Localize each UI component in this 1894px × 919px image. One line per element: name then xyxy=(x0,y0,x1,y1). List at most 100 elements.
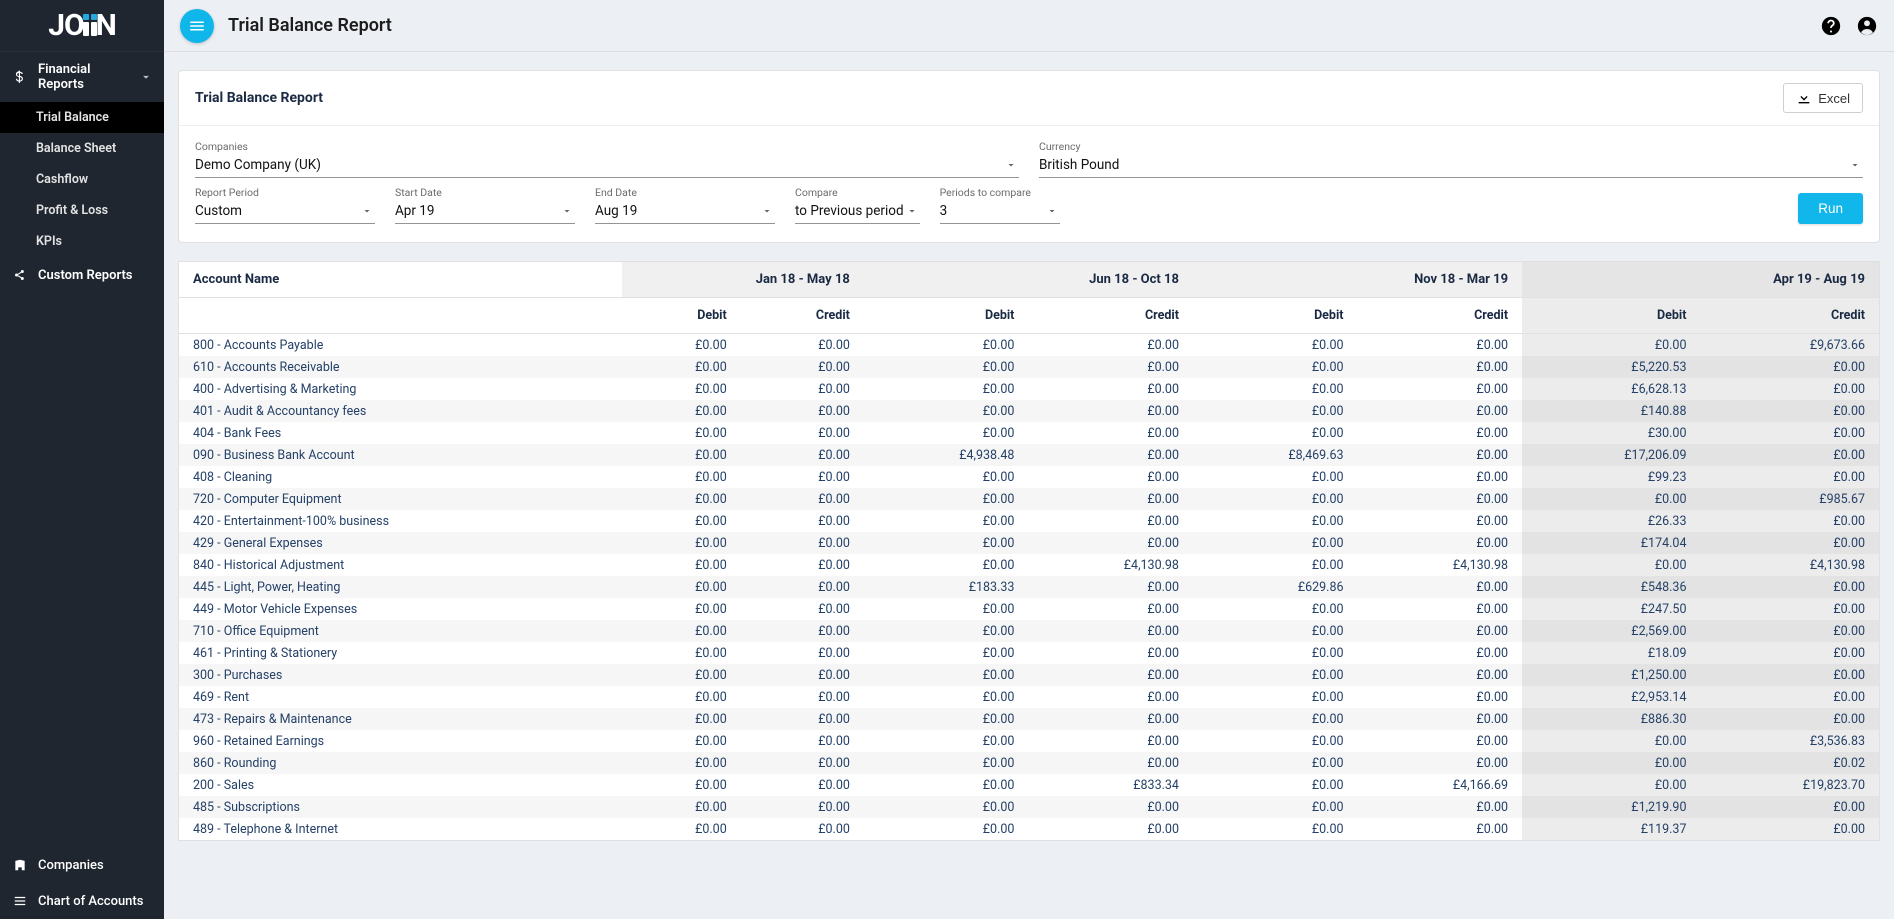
logo[interactable]: JO N xyxy=(0,0,164,52)
cell-debit: £0.00 xyxy=(622,554,741,576)
run-button[interactable]: Run xyxy=(1798,193,1863,224)
cell-debit: £0.00 xyxy=(622,532,741,554)
help-button[interactable] xyxy=(1820,15,1842,37)
cell-debit: £0.00 xyxy=(622,620,741,642)
menu-button[interactable] xyxy=(180,9,214,43)
cell-credit: £0.00 xyxy=(1700,818,1879,840)
cell-debit: £0.00 xyxy=(1522,334,1700,357)
cell-account: 860 - Rounding xyxy=(179,752,622,774)
cell-credit: £0.00 xyxy=(1358,598,1523,620)
cell-credit: £0.00 xyxy=(741,444,864,466)
cell-credit: £0.00 xyxy=(1028,708,1193,730)
table-row[interactable]: 720 - Computer Equipment£0.00£0.00£0.00£… xyxy=(179,488,1879,510)
cell-account: 401 - Audit & Accountancy fees xyxy=(179,400,622,422)
cell-debit: £174.04 xyxy=(1522,532,1700,554)
cell-debit: £0.00 xyxy=(622,466,741,488)
cell-credit: £0.00 xyxy=(741,642,864,664)
table-row[interactable]: 420 - Entertainment-100% business£0.00£0… xyxy=(179,510,1879,532)
table-row[interactable]: 400 - Advertising & Marketing£0.00£0.00£… xyxy=(179,378,1879,400)
th-credit: Credit xyxy=(1358,298,1523,334)
nav-group-financial-reports: Financial Reports Trial BalanceBalance S… xyxy=(0,52,164,257)
sidebar-item-trial-balance[interactable]: Trial Balance xyxy=(0,102,164,133)
table-row[interactable]: 300 - Purchases£0.00£0.00£0.00£0.00£0.00… xyxy=(179,664,1879,686)
export-excel-button[interactable]: Excel xyxy=(1783,83,1863,113)
table-row[interactable]: 710 - Office Equipment£0.00£0.00£0.00£0.… xyxy=(179,620,1879,642)
list-icon xyxy=(12,893,28,909)
account-button[interactable] xyxy=(1856,15,1878,37)
field-value: to Previous period xyxy=(795,203,904,219)
cell-debit: £2,953.14 xyxy=(1522,686,1700,708)
cell-debit: £0.00 xyxy=(1522,488,1700,510)
periods-to-compare-field[interactable]: Periods to compare 3 xyxy=(940,186,1060,224)
sidebar-item-profit-loss[interactable]: Profit & Loss xyxy=(0,195,164,226)
cell-debit: £548.36 xyxy=(1522,576,1700,598)
cell-credit: £4,130.98 xyxy=(1358,554,1523,576)
cell-account: 960 - Retained Earnings xyxy=(179,730,622,752)
cell-debit: £0.00 xyxy=(864,664,1029,686)
table-row[interactable]: 404 - Bank Fees£0.00£0.00£0.00£0.00£0.00… xyxy=(179,422,1879,444)
table-row[interactable]: 800 - Accounts Payable£0.00£0.00£0.00£0.… xyxy=(179,334,1879,357)
sidebar-item-kpis[interactable]: KPIs xyxy=(0,226,164,257)
nav-heading-custom-reports[interactable]: Custom Reports xyxy=(0,257,164,293)
cell-credit: £0.00 xyxy=(1700,796,1879,818)
cell-debit: £5,220.53 xyxy=(1522,356,1700,378)
cell-credit: £0.00 xyxy=(741,774,864,796)
currency-field[interactable]: Currency British Pound xyxy=(1039,140,1863,178)
table-row[interactable]: 469 - Rent£0.00£0.00£0.00£0.00£0.00£0.00… xyxy=(179,686,1879,708)
table-row[interactable]: 408 - Cleaning£0.00£0.00£0.00£0.00£0.00£… xyxy=(179,466,1879,488)
cell-credit: £0.00 xyxy=(1028,664,1193,686)
table-row[interactable]: 610 - Accounts Receivable£0.00£0.00£0.00… xyxy=(179,356,1879,378)
th-credit: Credit xyxy=(1028,298,1193,334)
th-debit: Debit xyxy=(864,298,1029,334)
companies-field[interactable]: Companies Demo Company (UK) xyxy=(195,140,1019,178)
field-label: Report Period xyxy=(195,186,375,199)
hamburger-icon xyxy=(188,17,206,35)
cell-account: 610 - Accounts Receivable xyxy=(179,356,622,378)
dropdown-icon xyxy=(759,203,775,219)
table-row[interactable]: 461 - Printing & Stationery£0.00£0.00£0.… xyxy=(179,642,1879,664)
th-period: Apr 19 - Aug 19 xyxy=(1522,262,1879,298)
table-row[interactable]: 473 - Repairs & Maintenance£0.00£0.00£0.… xyxy=(179,708,1879,730)
cell-debit: £1,250.00 xyxy=(1522,664,1700,686)
dollar-icon xyxy=(12,69,28,85)
table-row[interactable]: 960 - Retained Earnings£0.00£0.00£0.00£0… xyxy=(179,730,1879,752)
cell-credit: £0.00 xyxy=(1358,488,1523,510)
cell-debit: £0.00 xyxy=(622,818,741,840)
table-row[interactable]: 445 - Light, Power, Heating£0.00£0.00£18… xyxy=(179,576,1879,598)
cell-credit: £0.00 xyxy=(1028,818,1193,840)
cell-credit: £0.00 xyxy=(1028,598,1193,620)
table-row[interactable]: 090 - Business Bank Account£0.00£0.00£4,… xyxy=(179,444,1879,466)
cell-credit: £0.00 xyxy=(1358,466,1523,488)
table-row[interactable]: 401 - Audit & Accountancy fees£0.00£0.00… xyxy=(179,400,1879,422)
table-row[interactable]: 200 - Sales£0.00£0.00£0.00£833.34£0.00£4… xyxy=(179,774,1879,796)
nav-chart-of-accounts[interactable]: Chart of Accounts xyxy=(0,883,164,919)
cell-credit: £0.00 xyxy=(1700,356,1879,378)
cell-debit: £0.00 xyxy=(864,818,1029,840)
cell-debit: £0.00 xyxy=(622,356,741,378)
compare-field[interactable]: Compare to Previous period xyxy=(795,186,920,224)
table-row[interactable]: 449 - Motor Vehicle Expenses£0.00£0.00£0… xyxy=(179,598,1879,620)
cell-debit: £0.00 xyxy=(864,796,1029,818)
cell-debit: £0.00 xyxy=(1193,510,1358,532)
nav-companies[interactable]: Companies xyxy=(0,847,164,883)
sidebar-item-label: Profit & Loss xyxy=(36,203,108,218)
cell-credit: £0.00 xyxy=(1358,730,1523,752)
cell-credit: £0.00 xyxy=(1358,510,1523,532)
table-row[interactable]: 860 - Rounding£0.00£0.00£0.00£0.00£0.00£… xyxy=(179,752,1879,774)
table-row[interactable]: 840 - Historical Adjustment£0.00£0.00£0.… xyxy=(179,554,1879,576)
report-period-field[interactable]: Report Period Custom xyxy=(195,186,375,224)
cell-credit: £0.00 xyxy=(1028,378,1193,400)
nav-heading-financial-reports[interactable]: Financial Reports xyxy=(0,52,164,102)
cell-credit: £0.00 xyxy=(1028,444,1193,466)
cell-credit: £0.00 xyxy=(741,598,864,620)
end-date-field[interactable]: End Date Aug 19 xyxy=(595,186,775,224)
cell-debit: £17,206.09 xyxy=(1522,444,1700,466)
sidebar-item-balance-sheet[interactable]: Balance Sheet xyxy=(0,133,164,164)
cell-account: 469 - Rent xyxy=(179,686,622,708)
table-row[interactable]: 485 - Subscriptions£0.00£0.00£0.00£0.00£… xyxy=(179,796,1879,818)
sidebar-item-cashflow[interactable]: Cashflow xyxy=(0,164,164,195)
start-date-field[interactable]: Start Date Apr 19 xyxy=(395,186,575,224)
cell-debit: £0.00 xyxy=(864,730,1029,752)
table-row[interactable]: 429 - General Expenses£0.00£0.00£0.00£0.… xyxy=(179,532,1879,554)
table-row[interactable]: 489 - Telephone & Internet£0.00£0.00£0.0… xyxy=(179,818,1879,840)
